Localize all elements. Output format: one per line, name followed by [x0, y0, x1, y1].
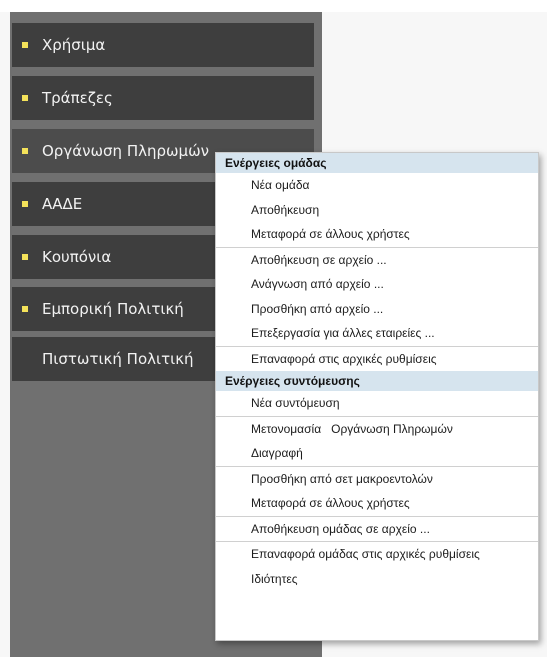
menu-item-reset-defaults[interactable]: Επαναφορά στις αρχικές ρυθμίσεις [216, 347, 538, 372]
sidebar-item-label: Οργάνωση Πληρωμών [42, 142, 210, 160]
bullet-icon [22, 201, 28, 207]
sidebar-item-label: Χρήσιμα [42, 36, 106, 54]
shortcut-actions-header: Ενέργειες συντόμευσης [216, 371, 538, 391]
sidebar-item-label: Εμπορική Πολιτική [42, 300, 184, 318]
context-menu: Ενέργειες ομάδας Νέα ομάδα Αποθήκευση Με… [215, 152, 539, 641]
menu-item-new-shortcut[interactable]: Νέα συντόμευση [216, 391, 538, 417]
sidebar-item-trapezes[interactable]: Τράπεζες [12, 76, 314, 120]
sidebar-item-xrisima[interactable]: Χρήσιμα [12, 23, 314, 67]
sidebar-item-label: ΑΑΔΕ [42, 195, 83, 213]
menu-item-reset-group-defaults[interactable]: Επαναφορά ομάδας στις αρχικές ρυθμίσεις [216, 542, 538, 567]
top-strip [0, 0, 547, 12]
menu-item-add-from-file[interactable]: Προσθήκη από αρχείο ... [216, 297, 538, 322]
menu-item-edit-for-other-companies[interactable]: Επεξεργασία για άλλες εταιρείες ... [216, 321, 538, 347]
menu-item-save-to-file[interactable]: Αποθήκευση σε αρχείο ... [216, 248, 538, 273]
sidebar-item-label: Τράπεζες [42, 89, 113, 107]
bullet-icon [22, 306, 28, 312]
menu-item-save[interactable]: Αποθήκευση [216, 198, 538, 223]
menu-item-read-from-file[interactable]: Ανάγνωση από αρχείο ... [216, 272, 538, 297]
menu-item-new-group[interactable]: Νέα ομάδα [216, 173, 538, 198]
menu-item-transfer-to-users[interactable]: Μεταφορά σε άλλους χρήστες [216, 222, 538, 248]
bullet-icon [22, 42, 28, 48]
sidebar-item-label: Πιστωτική Πολιτική [42, 350, 194, 368]
menu-item-save-group-to-file[interactable]: Αποθήκευση ομάδας σε αρχείο ... [216, 517, 538, 542]
group-actions-header: Ενέργειες ομάδας [216, 153, 538, 173]
menu-item-properties[interactable]: Ιδιότητες [216, 567, 538, 592]
menu-item-delete[interactable]: Διαγραφή [216, 441, 538, 467]
bullet-icon [22, 148, 28, 154]
bullet-icon [22, 95, 28, 101]
menu-item-add-from-macro-set[interactable]: Προσθήκη από σετ μακροεντολών [216, 467, 538, 492]
menu-item-rename[interactable]: Μετονομασία Οργάνωση Πληρωμών [216, 417, 538, 442]
bullet-icon [22, 254, 28, 260]
menu-item-shortcut-transfer-to-users[interactable]: Μεταφορά σε άλλους χρήστες [216, 491, 538, 517]
sidebar-item-label: Κουπόνια [42, 248, 112, 266]
